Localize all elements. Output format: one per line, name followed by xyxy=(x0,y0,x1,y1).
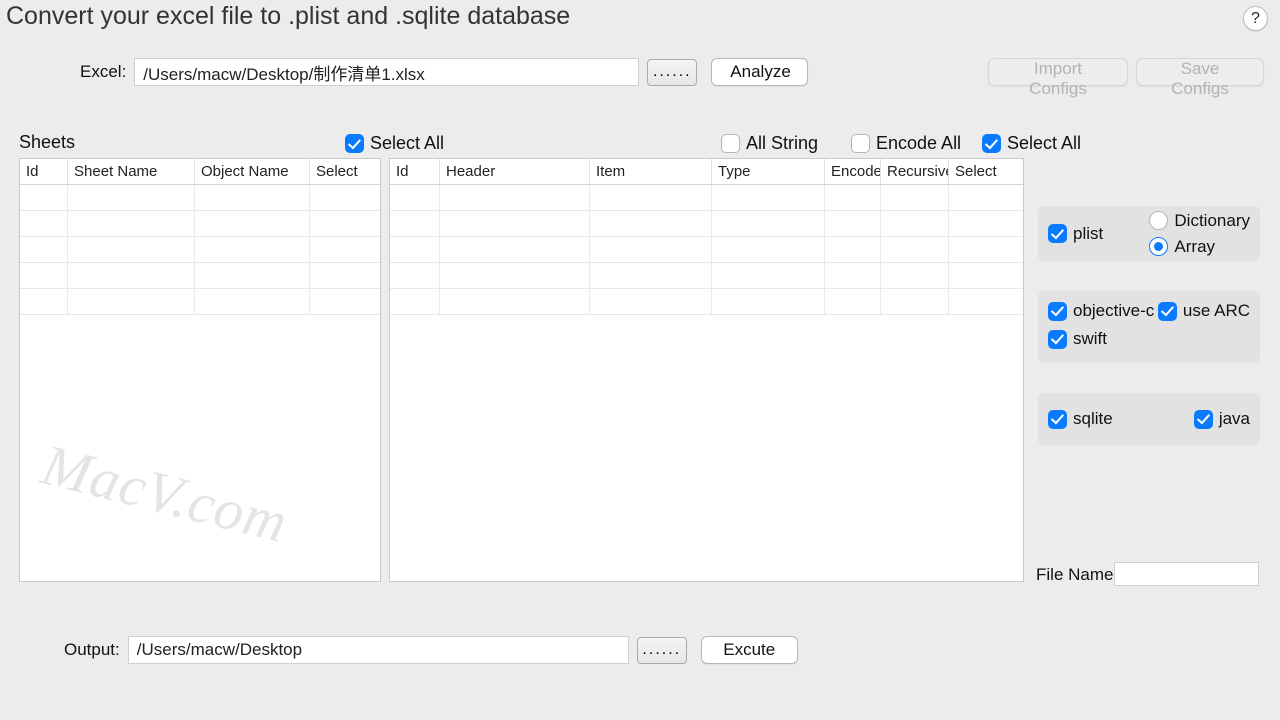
col-item[interactable]: Item xyxy=(590,159,712,184)
arc-label: use ARC xyxy=(1183,301,1250,321)
objc-label: objective-c xyxy=(1073,301,1154,321)
col-select[interactable]: Select xyxy=(310,159,380,184)
checkbox-icon xyxy=(1048,410,1067,429)
db-panel: sqlite java xyxy=(1038,393,1260,445)
checkbox-icon xyxy=(721,134,740,153)
col-header[interactable]: Header xyxy=(440,159,590,184)
col-recursive[interactable]: Recursive xyxy=(881,159,949,184)
import-configs-button[interactable]: Import Configs xyxy=(988,58,1128,86)
checkbox-icon xyxy=(1194,410,1213,429)
col-sheet-name[interactable]: Sheet Name xyxy=(68,159,195,184)
sqlite-checkbox[interactable]: sqlite xyxy=(1048,409,1113,429)
array-radio[interactable]: Array xyxy=(1149,237,1250,257)
excel-browse-button[interactable]: ...... xyxy=(647,59,697,86)
columns-select-all-checkbox[interactable]: Select All xyxy=(982,133,1081,154)
excel-path-input[interactable] xyxy=(134,58,639,86)
java-checkbox[interactable]: java xyxy=(1194,409,1250,429)
all-string-checkbox[interactable]: All String xyxy=(721,133,818,154)
checkbox-icon xyxy=(345,134,364,153)
col-object-name[interactable]: Object Name xyxy=(195,159,310,184)
array-label: Array xyxy=(1174,237,1215,257)
checkbox-icon xyxy=(1048,302,1067,321)
plist-checkbox[interactable]: plist xyxy=(1048,224,1103,244)
excel-label: Excel: xyxy=(80,62,126,82)
filename-input[interactable] xyxy=(1114,562,1259,586)
radio-icon xyxy=(1149,237,1168,256)
help-button[interactable]: ? xyxy=(1243,6,1268,31)
swift-label: swift xyxy=(1073,329,1107,349)
execute-button[interactable]: Excute xyxy=(701,636,798,664)
sheets-select-all-label: Select All xyxy=(370,133,444,154)
lang-panel: objective-c use ARC swift xyxy=(1038,291,1260,363)
output-row: Output: ...... Excute xyxy=(64,636,798,664)
save-configs-button[interactable]: Save Configs xyxy=(1136,58,1264,86)
checkbox-icon xyxy=(851,134,870,153)
columns-table-body[interactable] xyxy=(390,185,1023,581)
encode-all-label: Encode All xyxy=(876,133,961,154)
checkbox-icon xyxy=(1048,224,1067,243)
col-id[interactable]: Id xyxy=(20,159,68,184)
java-label: java xyxy=(1219,409,1250,429)
swift-checkbox[interactable]: swift xyxy=(1048,329,1250,349)
sqlite-label: sqlite xyxy=(1073,409,1113,429)
plist-label: plist xyxy=(1073,224,1103,244)
col-type[interactable]: Type xyxy=(712,159,825,184)
sheets-select-all-checkbox[interactable]: Select All xyxy=(345,133,444,154)
columns-table[interactable]: Id Header Item Type Encode Recursive Sel… xyxy=(389,158,1024,582)
plist-panel: plist Dictionary Array xyxy=(1038,206,1260,261)
sheets-table-header: Id Sheet Name Object Name Select xyxy=(20,159,380,185)
radio-icon xyxy=(1149,211,1168,230)
all-string-label: All String xyxy=(746,133,818,154)
filename-label: File Name xyxy=(1036,565,1113,585)
sheets-table-body[interactable] xyxy=(20,185,380,581)
output-label: Output: xyxy=(64,640,120,660)
checkbox-icon xyxy=(1158,302,1177,321)
output-path-input[interactable] xyxy=(128,636,629,664)
col-encode[interactable]: Encode xyxy=(825,159,881,184)
dictionary-label: Dictionary xyxy=(1174,211,1250,231)
col-select[interactable]: Select xyxy=(949,159,1023,184)
arc-checkbox[interactable]: use ARC xyxy=(1158,301,1250,321)
output-browse-button[interactable]: ...... xyxy=(637,637,687,664)
dictionary-radio[interactable]: Dictionary xyxy=(1149,211,1250,231)
excel-row: Excel: ...... Analyze Import Configs Sav… xyxy=(80,58,1264,86)
sheets-label: Sheets xyxy=(19,132,75,153)
page-title: Convert your excel file to .plist and .s… xyxy=(6,2,570,31)
columns-select-all-label: Select All xyxy=(1007,133,1081,154)
encode-all-checkbox[interactable]: Encode All xyxy=(851,133,961,154)
sheets-table[interactable]: Id Sheet Name Object Name Select xyxy=(19,158,381,582)
objc-checkbox[interactable]: objective-c xyxy=(1048,301,1154,321)
checkbox-icon xyxy=(982,134,1001,153)
analyze-button[interactable]: Analyze xyxy=(711,58,808,86)
col-id[interactable]: Id xyxy=(390,159,440,184)
checkbox-icon xyxy=(1048,330,1067,349)
columns-table-header: Id Header Item Type Encode Recursive Sel… xyxy=(390,159,1023,185)
